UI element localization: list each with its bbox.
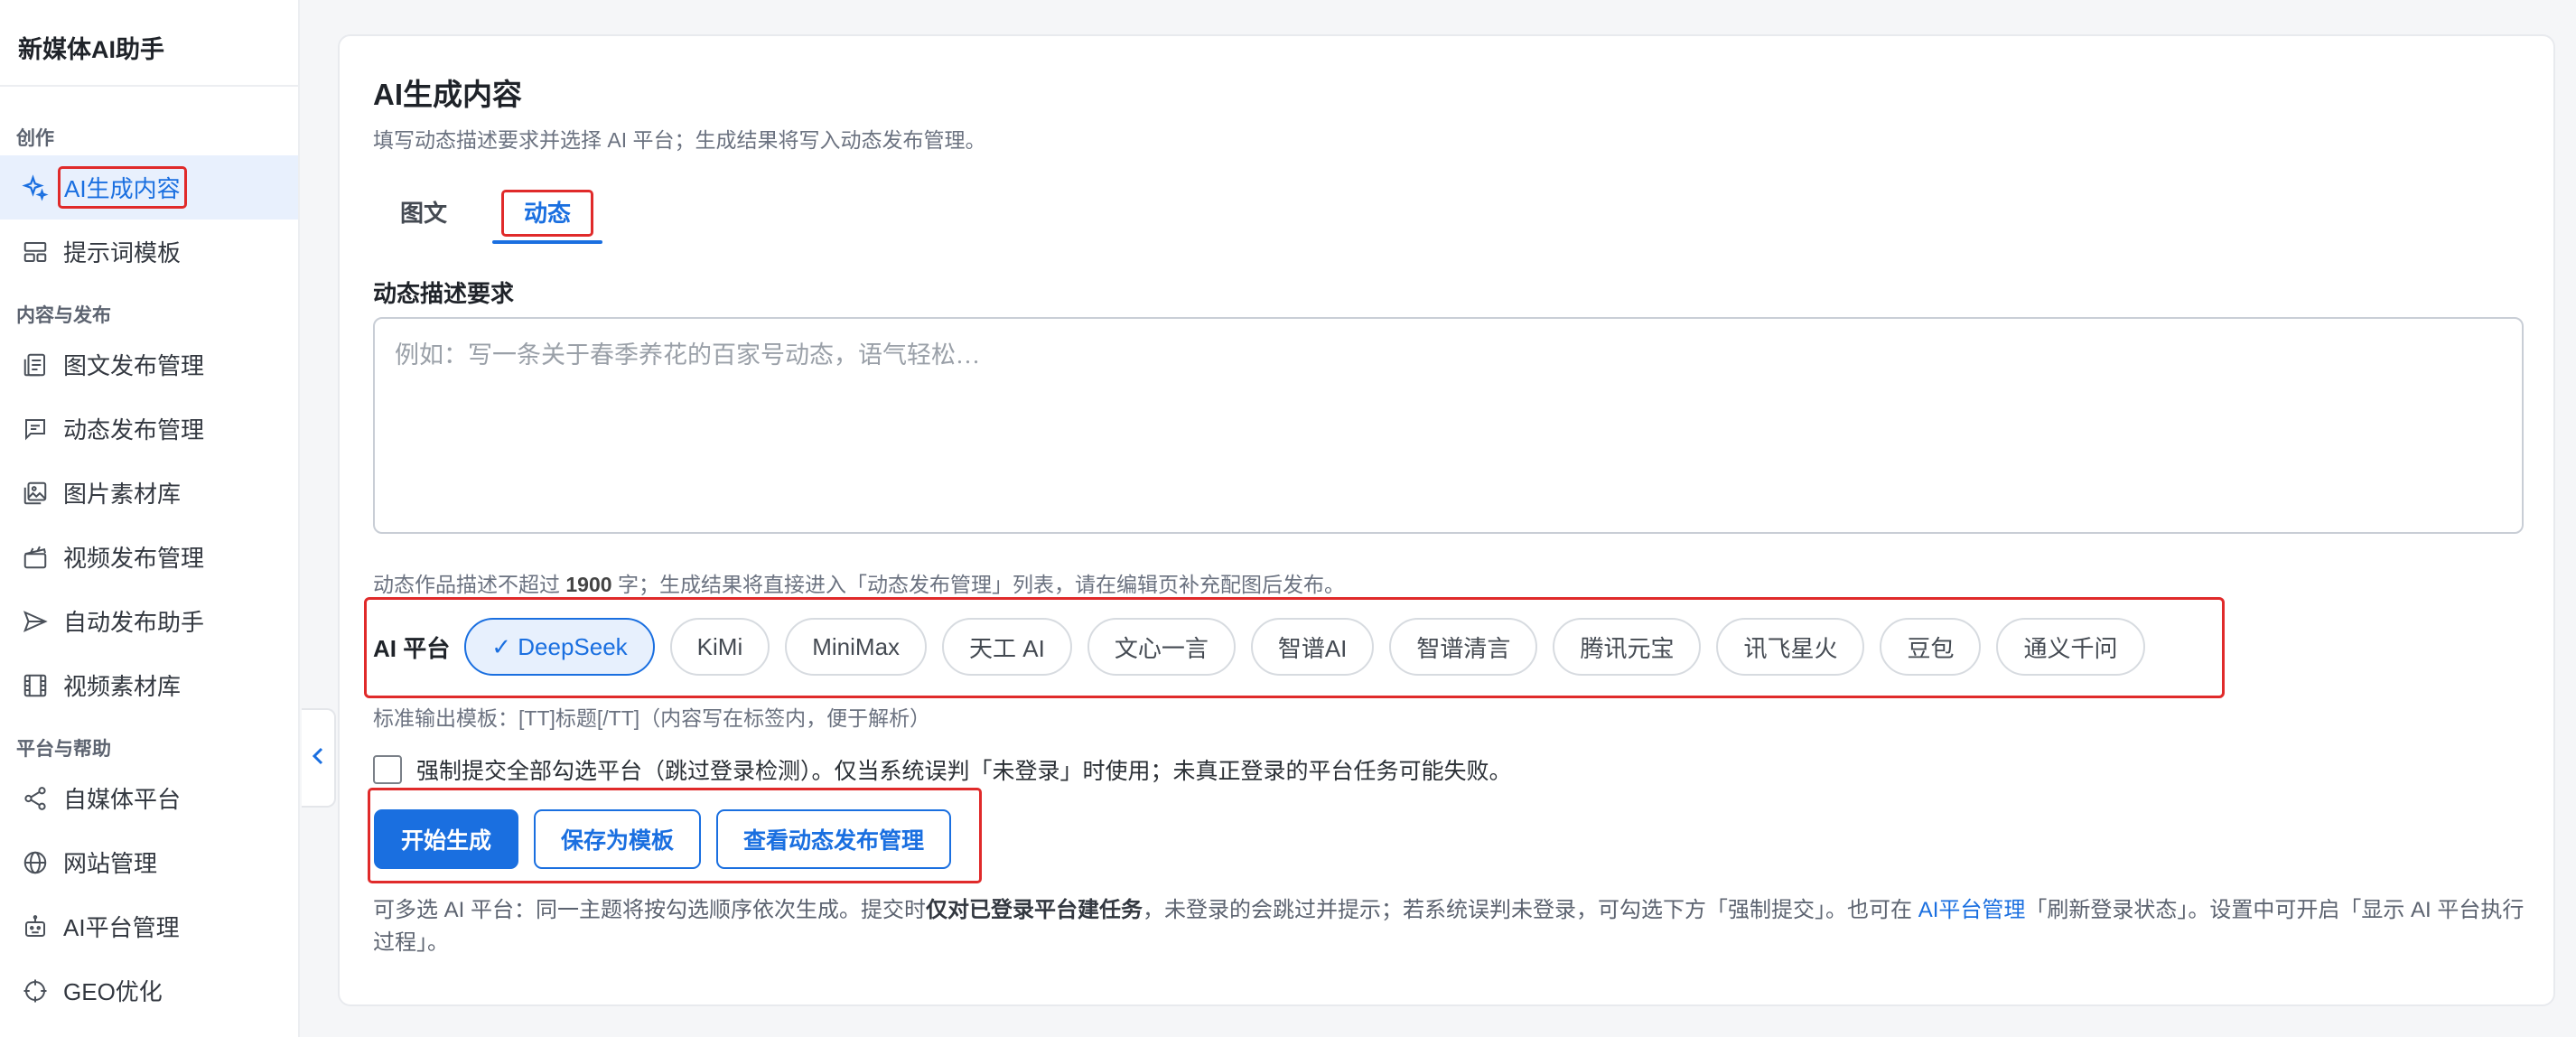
app-title: 新媒体AI助手: [0, 0, 298, 87]
description-field-label: 动态描述要求: [373, 280, 515, 307]
main-card: AI生成内容 填写动态描述要求并选择 AI 平台；生成结果将写入动态发布管理。 …: [338, 34, 2555, 1006]
tab-dynamic[interactable]: 动态: [474, 181, 621, 246]
robot-icon: [20, 911, 51, 942]
nav-group-label-publish: 内容与发布: [16, 305, 111, 326]
message-icon: [20, 414, 51, 444]
sidebar-item-label: 图文发布管理: [63, 352, 205, 379]
chevron-left-icon: [310, 746, 326, 771]
sidebar-item-video-publish[interactable]: 视频发布管理: [0, 525, 298, 589]
sidebar-item-label: 视频发布管理: [63, 545, 205, 572]
hint-prefix: 动态作品描述不超过: [373, 573, 566, 596]
force-submit-row: 强制提交全部勾选平台（跳过登录检测）。仅当系统误判「未登录」时使用；未真正登录的…: [373, 753, 1512, 786]
globe-icon: [20, 847, 51, 878]
hint-limit: 1900: [565, 573, 612, 596]
platform-chip-tongyi[interactable]: 通义千问: [1996, 618, 2145, 676]
sidebar-item-article-publish[interactable]: 图文发布管理: [0, 332, 298, 397]
crosshair-icon: [20, 976, 51, 1006]
sidebar-item-dynamic-publish[interactable]: 动态发布管理: [0, 397, 298, 461]
sidebar: 新媒体AI助手 创作 AI生成内容 提示词模板 内容与发布 图文发布管理 动态发…: [0, 0, 300, 1037]
sidebar-item-site-manage[interactable]: 网站管理: [0, 830, 298, 894]
platform-chip-zhipu-ai[interactable]: 智谱AI: [1250, 618, 1375, 676]
send-icon: [20, 606, 51, 637]
platform-label: AI 平台: [373, 634, 451, 662]
description-hint: 动态作品描述不超过 1900 字；生成结果将直接进入「动态发布管理」列表，请在编…: [373, 567, 1345, 598]
platform-chip-wenxin[interactable]: 文心一言: [1087, 618, 1236, 676]
sidebar-item-label: 图片素材库: [63, 481, 182, 508]
sidebar-item-label: AI生成内容: [58, 166, 187, 209]
platform-chip-zhipu-qingyan[interactable]: 智谱清言: [1389, 618, 1538, 676]
sidebar-item-label: GEO优化: [63, 978, 163, 1005]
view-dynamic-manage-button[interactable]: 查看动态发布管理: [716, 809, 952, 869]
sidebar-item-ai-generate[interactable]: AI生成内容: [0, 155, 298, 220]
platform-chip-kimi[interactable]: KiMi: [669, 618, 770, 676]
platform-chip-deepseek[interactable]: ✓ DeepSeek: [464, 618, 655, 676]
description-textarea[interactable]: [373, 317, 2524, 534]
tab-article[interactable]: 图文: [373, 181, 474, 246]
sidebar-item-label: 自动发布助手: [63, 609, 205, 636]
action-buttons: 开始生成 保存为模板 查看动态发布管理: [374, 809, 966, 869]
page-title: AI生成内容: [373, 78, 522, 111]
sparkle-icon: [20, 173, 51, 203]
ai-platform-manage-link[interactable]: AI平台管理: [1918, 898, 2026, 922]
platform-chip-minimax[interactable]: MiniMax: [785, 618, 928, 676]
sidebar-item-geo[interactable]: GEO优化: [0, 958, 298, 1023]
sidebar-item-label: AI平台管理: [63, 914, 180, 941]
footer-text: 可多选 AI 平台：同一主题将按勾选顺序依次生成。提交时: [373, 898, 927, 922]
platform-chip-yuanbao[interactable]: 腾讯元宝: [1553, 618, 1702, 676]
page-subtitle: 填写动态描述要求并选择 AI 平台；生成结果将写入动态发布管理。: [373, 128, 986, 152]
sidebar-item-label: 视频素材库: [63, 673, 182, 700]
image-icon: [20, 478, 51, 509]
sidebar-item-prompt-templates[interactable]: 提示词模板: [0, 220, 298, 284]
tab-label: 图文: [400, 200, 448, 227]
start-generate-button[interactable]: 开始生成: [374, 809, 519, 869]
sidebar-item-label: 提示词模板: [63, 239, 182, 266]
sidebar-item-label: 自媒体平台: [63, 786, 182, 813]
footer-bold: 仅对已登录平台建任务: [926, 898, 1143, 922]
document-icon: [20, 350, 51, 380]
clapper-icon: [20, 542, 51, 573]
sidebar-item-label: 动态发布管理: [63, 416, 205, 444]
platform-chip-xinghuo[interactable]: 讯飞星火: [1716, 618, 1865, 676]
save-template-button[interactable]: 保存为模板: [534, 809, 702, 869]
share-icon: [20, 783, 51, 814]
sidebar-item-ai-platform[interactable]: AI平台管理: [0, 894, 298, 958]
sidebar-collapse-button[interactable]: [302, 708, 336, 808]
footer-text: ，未登录的会跳过并提示；若系统误判未登录，可勾选下方「强制提交」。也可在: [1143, 898, 1918, 922]
platform-chip-tiangong[interactable]: 天工 AI: [942, 618, 1072, 676]
platform-chip-doubao[interactable]: 豆包: [1880, 618, 1982, 676]
output-template-hint: 标准输出模板：[TT]标题[/TT]（内容写在标签内，便于解析）: [373, 706, 931, 730]
sidebar-item-image-library[interactable]: 图片素材库: [0, 461, 298, 525]
force-submit-label[interactable]: 强制提交全部勾选平台（跳过登录检测）。仅当系统误判「未登录」时使用；未真正登录的…: [416, 753, 1512, 786]
template-icon: [20, 237, 51, 267]
sidebar-item-label: 网站管理: [63, 850, 158, 877]
sidebar-item-media-platform[interactable]: 自媒体平台: [0, 766, 298, 830]
platform-selector: AI 平台 ✓ DeepSeek KiMi MiniMax 天工 AI 文心一言…: [373, 617, 2161, 677]
tab-bar: 图文 动态: [373, 181, 621, 246]
footer-note: 可多选 AI 平台：同一主题将按勾选顺序依次生成。提交时仅对已登录平台建任务，未…: [373, 894, 2532, 959]
sidebar-item-video-library[interactable]: 视频素材库: [0, 653, 298, 717]
nav-group-label-platform: 平台与帮助: [16, 739, 111, 760]
hint-suffix: 字；生成结果将直接进入「动态发布管理」列表，请在编辑页补充配图后发布。: [611, 573, 1345, 596]
force-submit-checkbox[interactable]: [373, 755, 402, 784]
film-icon: [20, 670, 51, 701]
tab-label: 动态: [501, 190, 594, 237]
sidebar-item-auto-publish[interactable]: 自动发布助手: [0, 589, 298, 653]
nav-group-label-create: 创作: [16, 128, 54, 149]
